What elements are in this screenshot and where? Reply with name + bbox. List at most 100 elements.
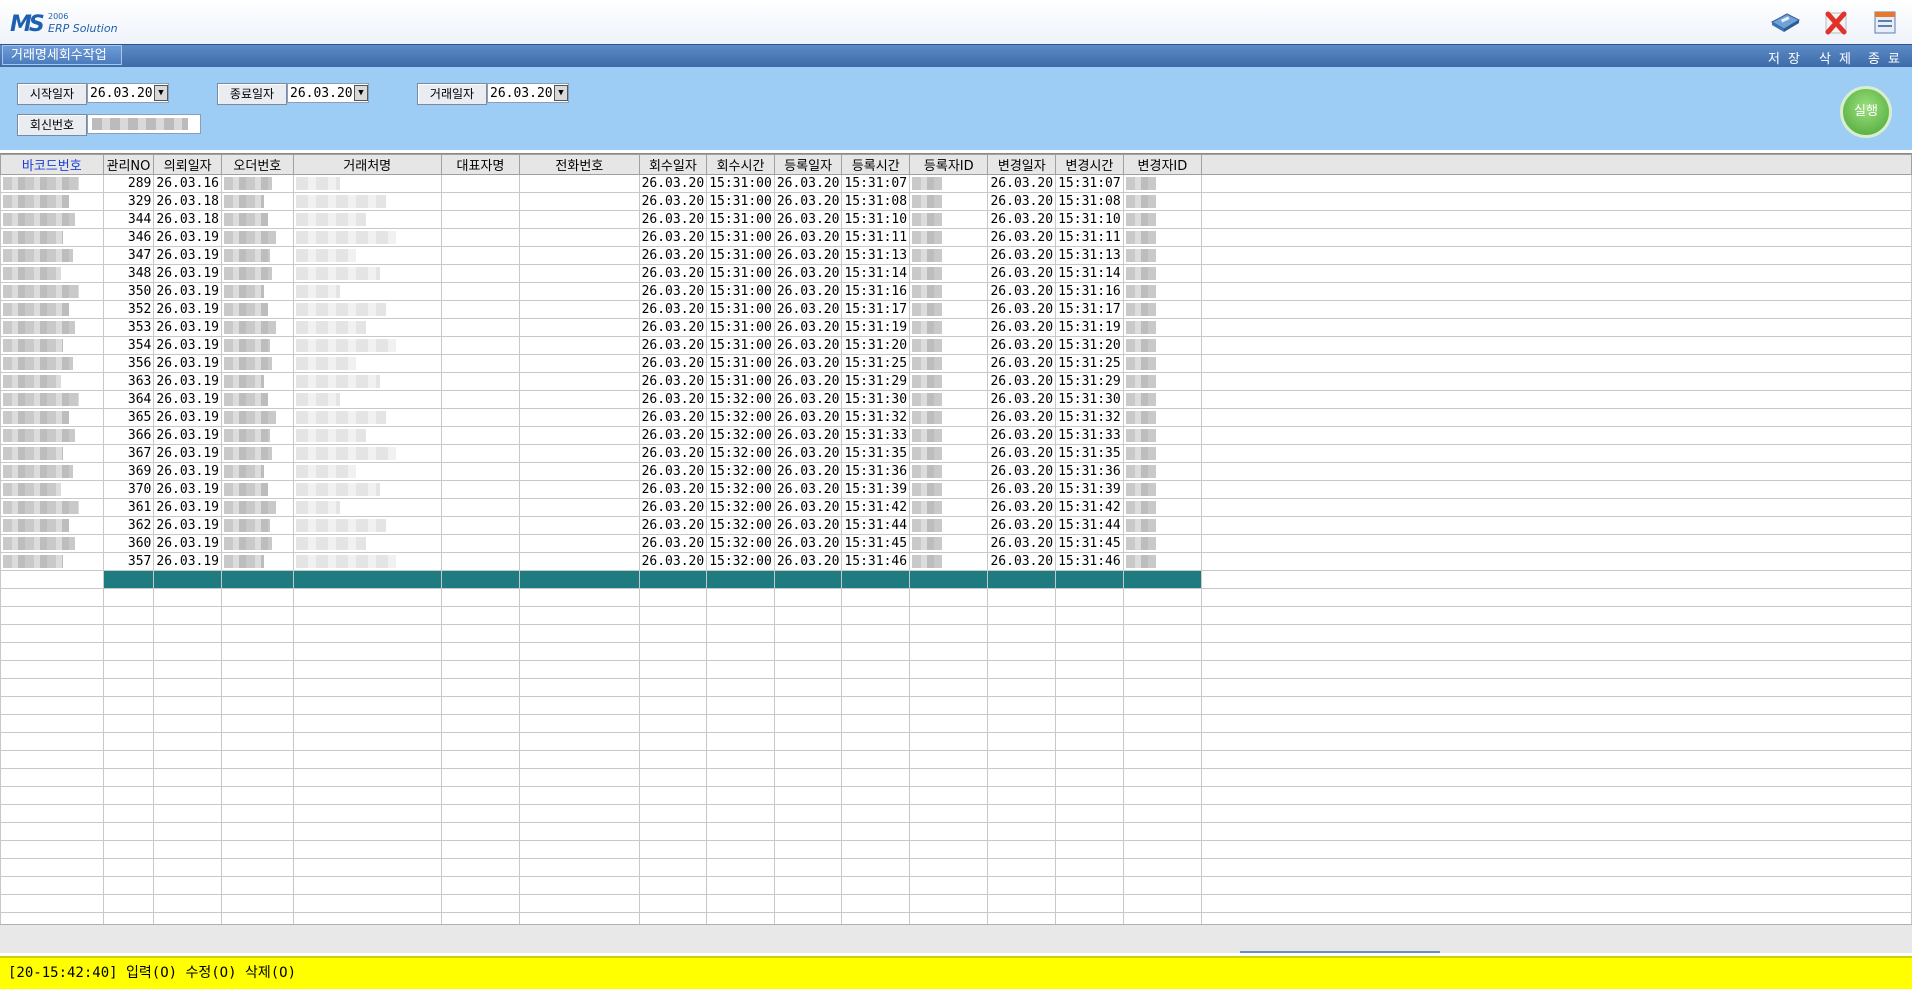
redacted-cell[interactable] xyxy=(0,228,104,247)
grid-cell[interactable] xyxy=(841,840,911,859)
redacted-cell[interactable] xyxy=(292,534,442,553)
grid-cell[interactable] xyxy=(1055,894,1124,913)
grid-cell[interactable] xyxy=(519,624,640,643)
grid-cell[interactable] xyxy=(221,750,294,769)
redacted-cell[interactable] xyxy=(1122,426,1203,445)
cell-register-time[interactable]: 15:31:16 xyxy=(841,282,911,301)
redacted-cell[interactable] xyxy=(292,408,442,427)
grid-cell[interactable] xyxy=(221,804,294,823)
grid-cell[interactable] xyxy=(102,858,155,877)
cell-change-time[interactable]: 15:31:33 xyxy=(1055,426,1124,445)
grid-cell[interactable] xyxy=(909,768,989,787)
cell-return-time[interactable]: 15:32:00 xyxy=(706,408,775,427)
grid-cell[interactable] xyxy=(519,876,640,895)
cell-register-time[interactable]: 15:31:11 xyxy=(841,228,911,247)
cell-management-no[interactable]: 353 xyxy=(102,318,155,337)
cell-management-no[interactable]: 346 xyxy=(102,228,155,247)
grid-cell[interactable] xyxy=(221,696,294,715)
grid-cell[interactable] xyxy=(519,462,640,481)
reply-no-input[interactable] xyxy=(87,114,201,134)
redacted-cell[interactable] xyxy=(0,372,104,391)
grid-cell[interactable] xyxy=(987,804,1057,823)
cell-register-time[interactable]: 15:31:10 xyxy=(841,210,911,229)
cell-register-time[interactable]: 15:31:29 xyxy=(841,372,911,391)
column-header[interactable]: 등록일자 xyxy=(773,154,843,175)
grid-cell[interactable] xyxy=(1201,714,1912,733)
grid-cell[interactable] xyxy=(440,318,521,337)
grid-cell[interactable] xyxy=(1201,768,1912,787)
grid-cell[interactable] xyxy=(221,642,294,661)
empty-row[interactable] xyxy=(0,750,1912,769)
grid-cell[interactable] xyxy=(0,696,104,715)
cell-return-date[interactable]: 26.03.20 xyxy=(638,372,708,391)
cell-management-no[interactable]: 354 xyxy=(102,336,155,355)
table-row[interactable]: 362 26.03.19 26.03.20 15:32:00 26.03.20 15:31… xyxy=(0,516,1912,535)
grid-cell[interactable] xyxy=(987,696,1057,715)
cell-change-time[interactable]: 15:31:07 xyxy=(1055,174,1124,193)
grid-cell[interactable] xyxy=(1201,354,1912,373)
grid-cell[interactable] xyxy=(221,840,294,859)
redacted-cell[interactable] xyxy=(1122,462,1203,481)
column-header[interactable]: 전화번호 xyxy=(519,154,640,175)
grid-cell[interactable] xyxy=(221,858,294,877)
grid-cell[interactable] xyxy=(773,732,843,751)
cell-register-time[interactable]: 15:31:25 xyxy=(841,354,911,373)
grid-cell[interactable] xyxy=(706,570,775,589)
redacted-cell[interactable] xyxy=(221,210,294,229)
grid-cell[interactable] xyxy=(519,390,640,409)
column-header[interactable]: 회수시간 xyxy=(706,154,775,175)
grid-cell[interactable] xyxy=(987,768,1057,787)
redacted-cell[interactable] xyxy=(909,372,989,391)
cell-register-time[interactable]: 15:31:30 xyxy=(841,390,911,409)
grid-cell[interactable] xyxy=(519,426,640,445)
redacted-cell[interactable] xyxy=(221,498,294,517)
grid-cell[interactable] xyxy=(440,552,521,571)
grid-cell[interactable] xyxy=(1201,660,1912,679)
grid-cell[interactable] xyxy=(1201,174,1912,193)
grid-cell[interactable] xyxy=(909,660,989,679)
cell-change-date[interactable]: 26.03.20 xyxy=(987,300,1057,319)
redacted-cell[interactable] xyxy=(909,462,989,481)
grid-cell[interactable] xyxy=(841,624,911,643)
grid-cell[interactable] xyxy=(909,786,989,805)
grid-cell[interactable] xyxy=(102,768,155,787)
grid-cell[interactable] xyxy=(440,246,521,265)
cell-register-time[interactable]: 15:31:19 xyxy=(841,318,911,337)
grid-cell[interactable] xyxy=(1055,660,1124,679)
grid-cell[interactable] xyxy=(1201,786,1912,805)
grid-cell[interactable] xyxy=(773,624,843,643)
cell-change-date[interactable]: 26.03.20 xyxy=(987,498,1057,517)
cell-change-time[interactable]: 15:31:16 xyxy=(1055,282,1124,301)
redacted-cell[interactable] xyxy=(909,480,989,499)
grid-cell[interactable] xyxy=(102,714,155,733)
empty-row[interactable] xyxy=(0,588,1912,607)
grid-cell[interactable] xyxy=(440,408,521,427)
cell-return-date[interactable]: 26.03.20 xyxy=(638,210,708,229)
redacted-cell[interactable] xyxy=(0,534,104,553)
grid-cell[interactable] xyxy=(987,642,1057,661)
grid-cell[interactable] xyxy=(221,678,294,697)
grid-cell[interactable] xyxy=(292,804,442,823)
cell-register-time[interactable]: 15:31:14 xyxy=(841,264,911,283)
redacted-cell[interactable] xyxy=(0,246,104,265)
cell-change-time[interactable]: 15:31:35 xyxy=(1055,444,1124,463)
grid-cell[interactable] xyxy=(773,750,843,769)
grid-cell[interactable] xyxy=(1201,642,1912,661)
redacted-cell[interactable] xyxy=(221,408,294,427)
cell-management-no[interactable]: 362 xyxy=(102,516,155,535)
cell-change-time[interactable]: 15:31:13 xyxy=(1055,246,1124,265)
grid-cell[interactable] xyxy=(221,660,294,679)
redacted-cell[interactable] xyxy=(0,282,104,301)
grid-cell[interactable] xyxy=(987,822,1057,841)
cell-change-time[interactable]: 15:31:20 xyxy=(1055,336,1124,355)
cell-request-date[interactable]: 26.03.19 xyxy=(153,426,223,445)
grid-cell[interactable] xyxy=(1122,876,1203,895)
cell-change-time[interactable]: 15:31:30 xyxy=(1055,390,1124,409)
redacted-cell[interactable] xyxy=(909,408,989,427)
cell-register-date[interactable]: 26.03.20 xyxy=(773,390,843,409)
grid-cell[interactable] xyxy=(987,588,1057,607)
cell-management-no[interactable]: 329 xyxy=(102,192,155,211)
cell-management-no[interactable]: 361 xyxy=(102,498,155,517)
grid-cell[interactable] xyxy=(0,858,104,877)
grid-cell[interactable] xyxy=(1201,732,1912,751)
